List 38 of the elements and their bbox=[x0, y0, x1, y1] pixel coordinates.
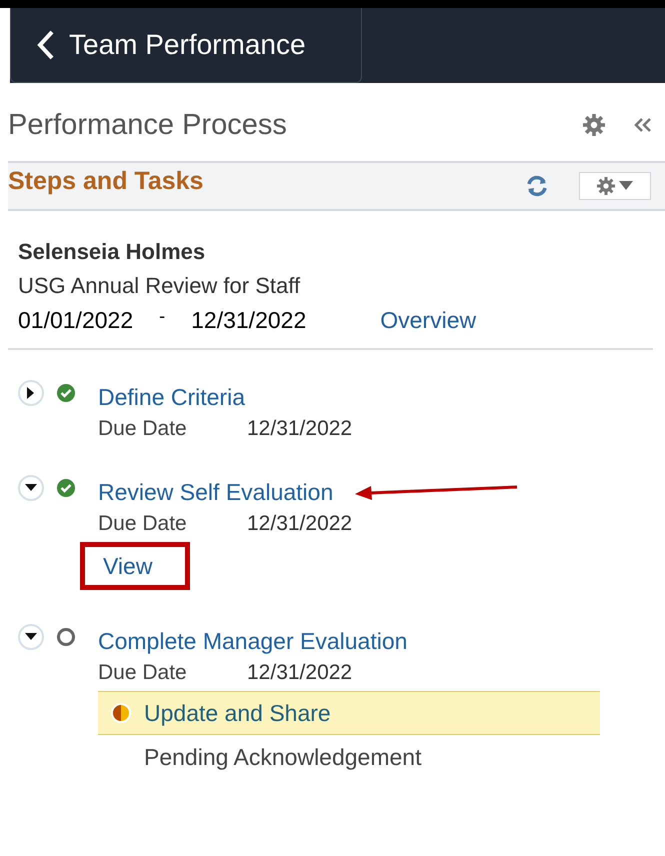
back-icon bbox=[37, 30, 55, 60]
settings-icon bbox=[597, 177, 615, 195]
caret-right-icon bbox=[27, 386, 35, 398]
caret-down-icon bbox=[25, 632, 37, 640]
step-link[interactable]: Review Self Evaluation bbox=[98, 479, 334, 506]
collapse-button[interactable] bbox=[633, 117, 653, 133]
step-link[interactable]: Complete Manager Evaluation bbox=[98, 628, 408, 655]
task-status: Pending Acknowledgement bbox=[144, 744, 422, 770]
overview-link[interactable]: Overview bbox=[380, 307, 476, 334]
expand-toggle[interactable] bbox=[18, 380, 44, 406]
expand-toggle[interactable] bbox=[18, 624, 44, 650]
page-title: Performance Process bbox=[8, 108, 288, 142]
due-date-label: Due Date bbox=[98, 417, 188, 441]
due-date-label: Due Date bbox=[98, 512, 188, 536]
settings-icon bbox=[583, 114, 605, 136]
settings-button[interactable] bbox=[583, 114, 605, 136]
employee-name: Selenseia Holmes bbox=[18, 239, 206, 265]
date-separator: - bbox=[159, 306, 166, 327]
start-date: 01/01/2022 bbox=[18, 307, 134, 334]
step-link[interactable]: Define Criteria bbox=[98, 384, 245, 411]
expand-toggle[interactable] bbox=[18, 474, 44, 500]
due-date: 12/31/2022 bbox=[247, 417, 352, 441]
back-button[interactable]: Team Performance bbox=[10, 8, 362, 83]
refresh-button[interactable] bbox=[525, 174, 549, 198]
due-date-label: Due Date bbox=[98, 661, 188, 685]
section-title: Steps and Tasks bbox=[8, 166, 204, 196]
end-date: 12/31/2022 bbox=[191, 307, 306, 334]
view-link[interactable]: View bbox=[103, 552, 152, 580]
task-link[interactable]: Update and Share bbox=[144, 700, 331, 726]
caret-down-icon bbox=[25, 484, 37, 492]
collapse-icon bbox=[633, 117, 653, 133]
due-date: 12/31/2022 bbox=[247, 661, 352, 685]
actions-menu-button[interactable] bbox=[579, 172, 651, 200]
refresh-icon bbox=[525, 174, 549, 198]
selected-task-row[interactable]: Update and Share bbox=[98, 691, 600, 735]
caret-icon bbox=[619, 181, 633, 191]
due-date: 12/31/2022 bbox=[247, 512, 352, 536]
document-type: USG Annual Review for Staff bbox=[18, 273, 302, 299]
